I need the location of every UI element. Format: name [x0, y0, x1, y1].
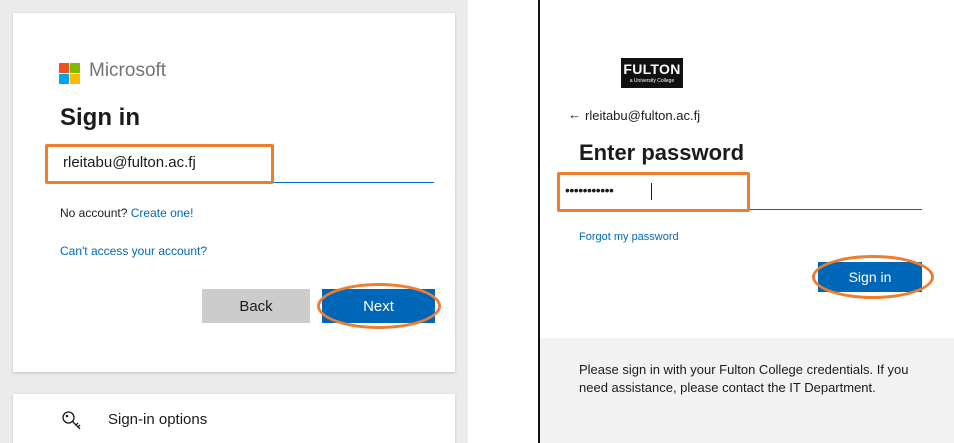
password-title: Enter password: [579, 140, 745, 165]
fulton-logo-subtitle: a University College: [629, 78, 675, 84]
no-account-row: No account? Create one!: [60, 206, 193, 220]
no-account-text: No account?: [60, 206, 128, 220]
key-icon: [61, 410, 83, 432]
back-arrow-icon[interactable]: ←: [568, 107, 581, 122]
signin-options-label: Sign-in options: [108, 411, 208, 428]
password-highlight-box: [557, 172, 750, 212]
footer-text: Please sign in with your Fulton College …: [579, 362, 909, 395]
back-button[interactable]: Back: [202, 289, 310, 323]
fulton-logo: FULTON a University College: [621, 58, 683, 88]
microsoft-brand-name: Microsoft: [89, 60, 167, 81]
next-highlight-ring: [317, 283, 441, 329]
cant-access-account-link[interactable]: Can't access your account?: [60, 244, 207, 258]
email-highlight-box: [45, 144, 274, 184]
create-account-link[interactable]: Create one!: [131, 206, 194, 220]
signin-highlight-ring: [812, 255, 934, 299]
fulton-logo-name: FULTON: [623, 61, 681, 77]
page-title: Sign in: [60, 104, 140, 131]
forgot-password-link[interactable]: Forgot my password: [579, 231, 679, 243]
user-email: rleitabu@fulton.ac.fj: [585, 108, 701, 123]
microsoft-logo-icon: [59, 63, 81, 85]
